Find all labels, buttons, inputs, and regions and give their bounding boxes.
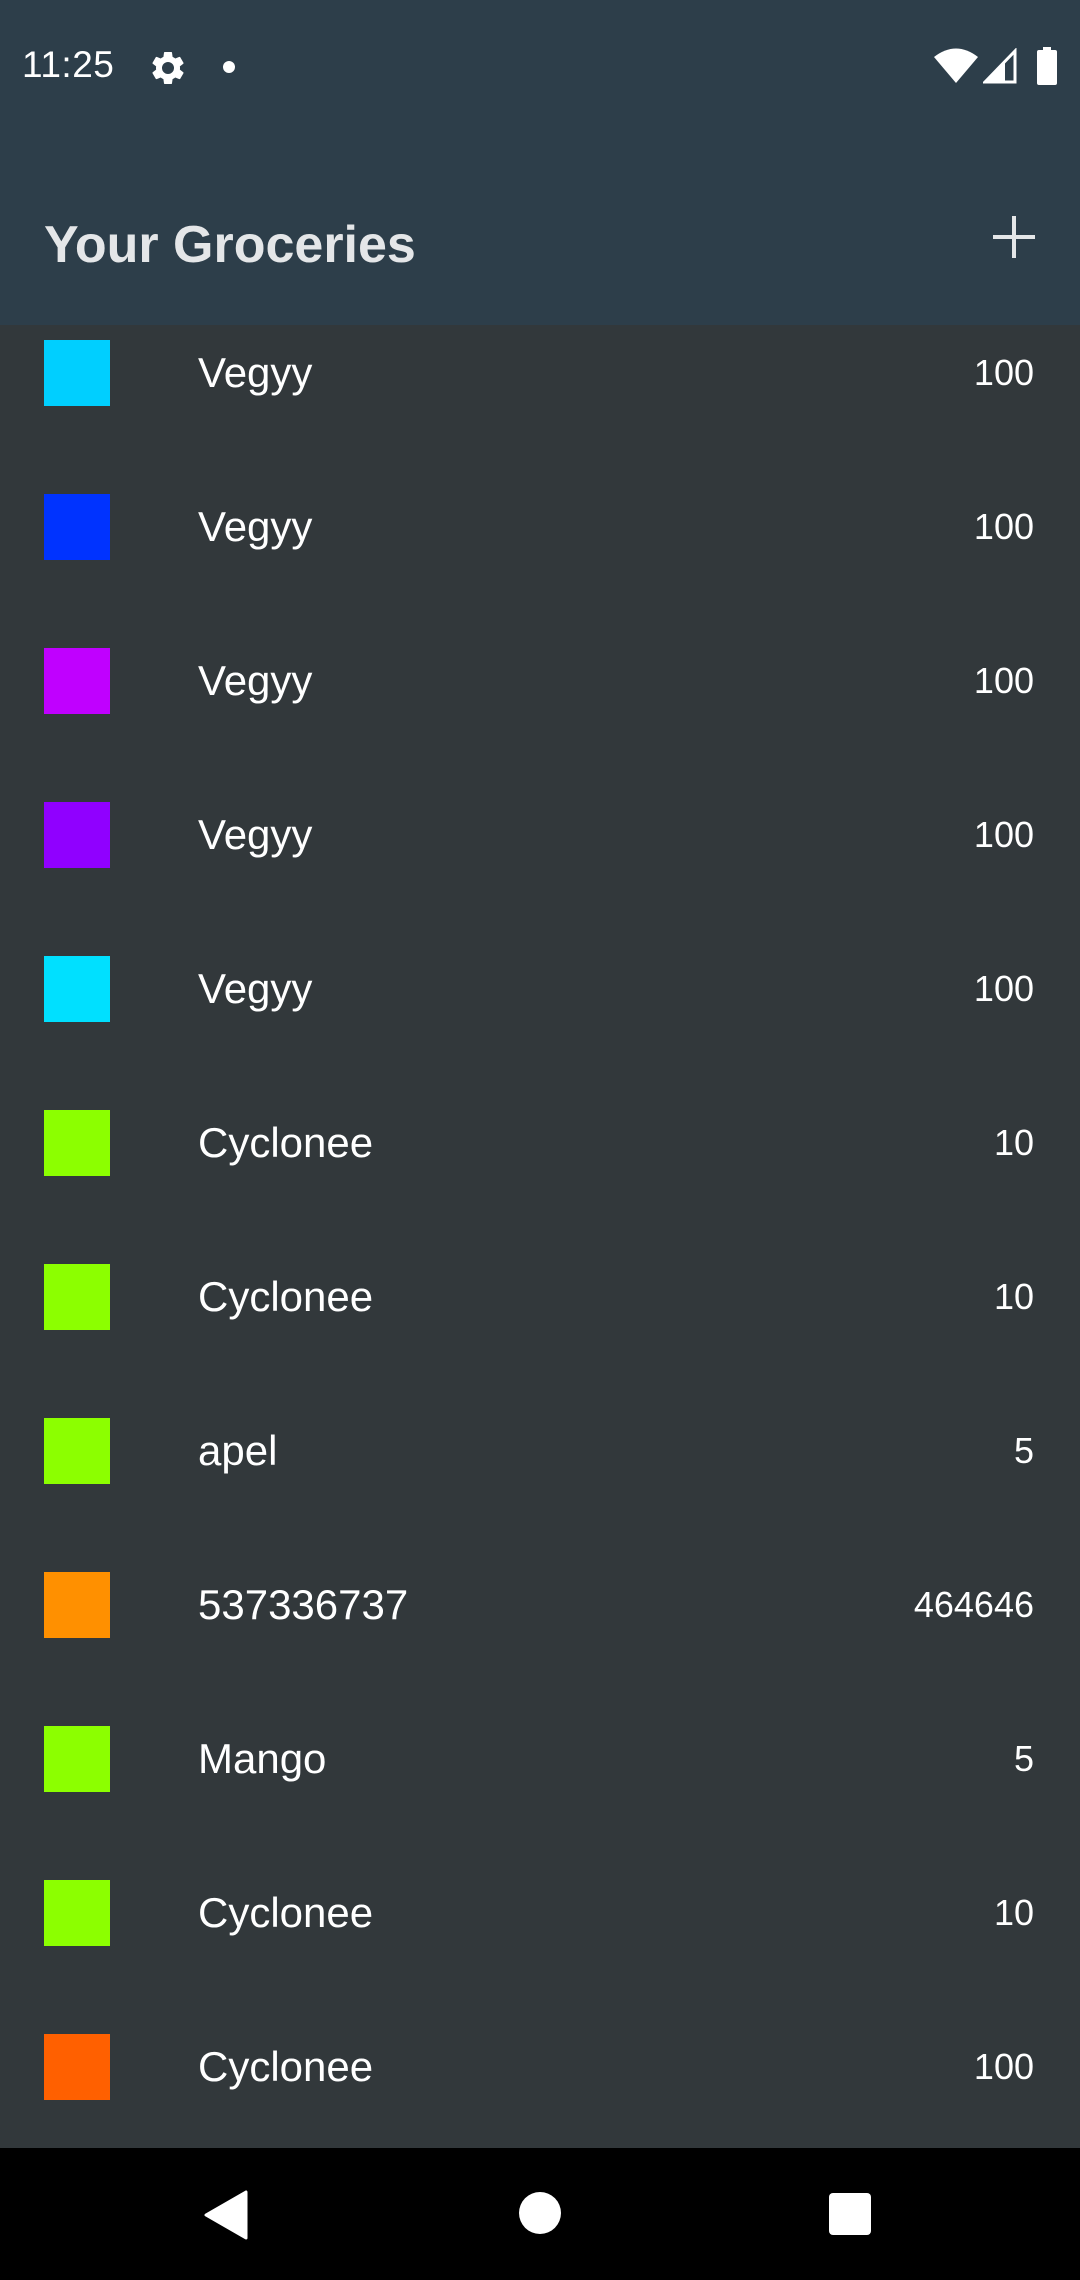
color-swatch [44,1880,110,1946]
color-swatch [44,1572,110,1638]
item-quantity: 5 [1013,1738,1034,1779]
item-name: Cyclonee [198,1119,374,1166]
item-name: Vegyy [198,503,313,550]
grocery-list[interactable]: Vegyy 100 Vegyy 100 Vegyy 100 Vegyy 100 Vegyy 100… [0,325,1080,2148]
list-item[interactable]: Vegyy 100 [0,912,1080,1066]
list-item[interactable]: Vegyy 100 [0,450,1080,604]
add-item-button[interactable] [980,203,1048,271]
color-swatch [44,1264,110,1330]
list-item[interactable]: apel 5 [0,1374,1080,1528]
color-swatch [44,956,110,1022]
color-swatch [44,802,110,868]
item-name: Vegyy [198,811,313,858]
gear-icon [152,51,184,84]
item-quantity: 464646 [913,1584,1034,1625]
item-name: Vegyy [198,965,313,1012]
item-name: Mango [198,1735,327,1782]
item-quantity: 5 [1013,1430,1034,1471]
list-item[interactable]: 537336737 464646 [0,1528,1080,1682]
color-swatch [44,2034,110,2100]
item-quantity: 10 [993,1122,1034,1163]
item-name: Vegyy [198,349,313,396]
item-name: Cyclonee [198,2043,374,2090]
item-name: apel [198,1427,278,1474]
color-swatch [44,494,110,560]
list-item[interactable]: Cyclonee 100 [0,1990,1080,2144]
battery-icon [1037,47,1057,85]
item-quantity: 100 [973,2046,1034,2087]
navigation-bar [0,2148,1080,2280]
list-item[interactable]: Mango 5 [0,1682,1080,1836]
item-quantity: 100 [973,814,1034,855]
color-swatch [44,1726,110,1792]
item-quantity: 10 [993,1276,1034,1317]
list-item[interactable]: Cyclonee 10 [0,1836,1080,1990]
list-item[interactable]: Vegyy 100 [0,758,1080,912]
signal-icon [983,48,1017,84]
list-item[interactable]: Vegyy 100 [0,604,1080,758]
color-swatch [44,648,110,714]
home-icon[interactable] [519,2192,561,2234]
color-swatch [44,340,110,406]
list-item[interactable]: Cyclonee 10 [0,1220,1080,1374]
status-time: 11:25 [22,44,115,85]
list-item[interactable]: Vegyy 100 [0,325,1080,450]
notification-dot-icon [223,61,235,73]
item-quantity: 100 [973,506,1034,547]
status-bar: 11:25 [0,0,1080,135]
color-swatch [44,1110,110,1176]
app-bar: Your Groceries [0,135,1080,325]
item-quantity: 100 [973,352,1034,393]
list-item[interactable]: Cyclonee 10 [0,1066,1080,1220]
item-quantity: 10 [993,1892,1034,1933]
item-name: Cyclonee [198,1273,374,1320]
color-swatch [44,1418,110,1484]
wifi-icon [934,48,978,83]
back-icon[interactable] [202,2190,248,2240]
item-quantity: 100 [973,968,1034,1009]
plus-icon [993,216,1035,258]
item-name: Cyclonee [198,1889,374,1936]
item-name: 537336737 [198,1581,409,1628]
page-title: Your Groceries [44,216,416,274]
item-name: Vegyy [198,657,313,704]
recents-icon[interactable] [829,2193,871,2235]
item-quantity: 100 [973,660,1034,701]
